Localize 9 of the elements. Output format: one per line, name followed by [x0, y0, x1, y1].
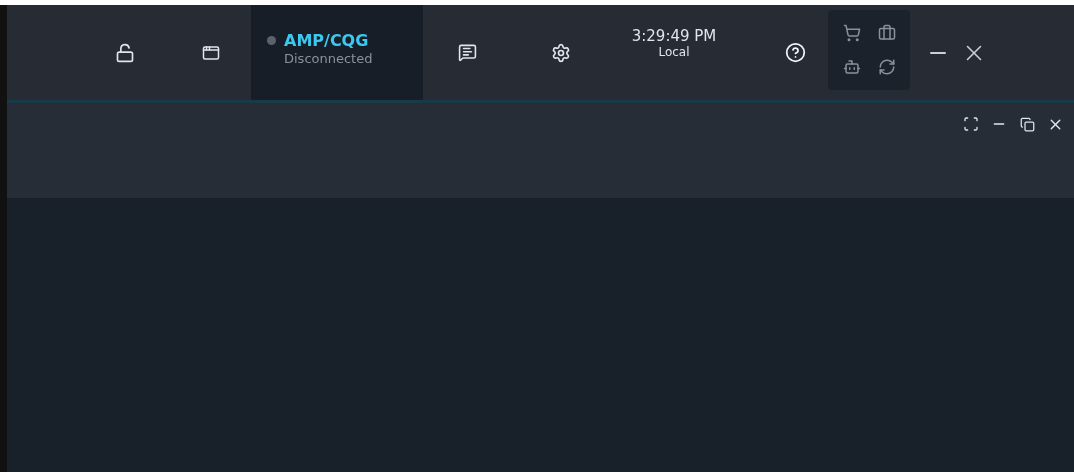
connection-status: Disconnected: [284, 51, 373, 66]
clock-zone: Local: [658, 45, 690, 60]
clock-time: 3:29:49 PM: [631, 27, 717, 45]
refresh-icon[interactable]: [877, 57, 896, 76]
cart-icon[interactable]: [842, 23, 861, 42]
connection-status-button[interactable]: AMP/CQG Disconnected: [251, 5, 423, 100]
briefcase-icon[interactable]: [877, 23, 896, 42]
robot-icon[interactable]: [842, 57, 861, 76]
connection-name: AMP/CQG: [284, 31, 370, 51]
